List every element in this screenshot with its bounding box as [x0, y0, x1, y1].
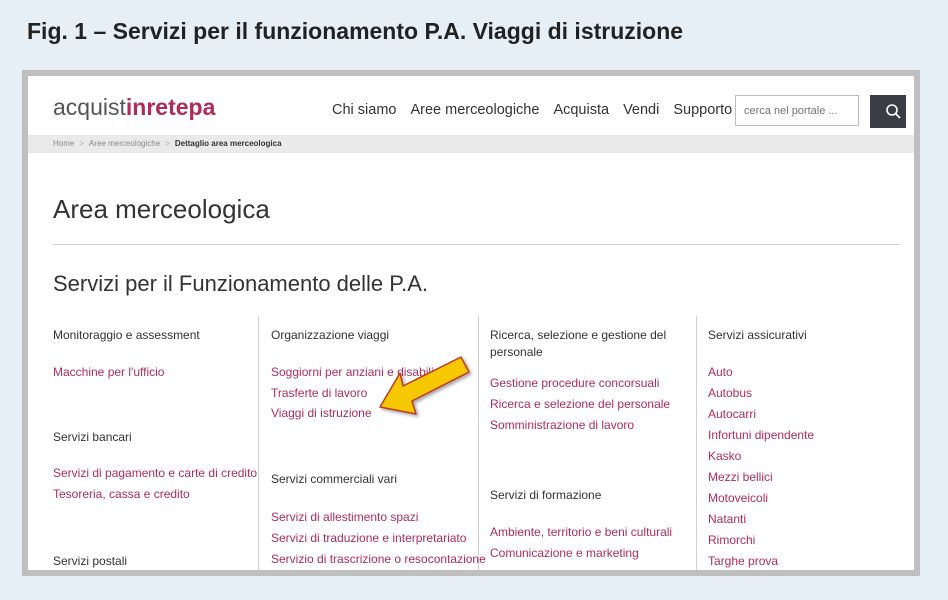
link-rimorchi[interactable]: Rimorchi: [708, 533, 755, 548]
category-heading-servizi-postali: Servizi postali: [53, 554, 128, 568]
main-nav: Chi siamo Aree merceologiche Acquista Ve…: [332, 102, 746, 118]
breadcrumb-separator: >: [165, 139, 170, 148]
link-trasferte-lavoro[interactable]: Trasferte di lavoro: [271, 386, 367, 401]
logo-part-rete: rete: [146, 94, 189, 120]
breadcrumb-current: Dettaglio area merceologica: [174, 139, 282, 148]
divider: [53, 244, 900, 245]
link-infortuni-dipendente[interactable]: Infortuni dipendente: [708, 428, 814, 443]
column-divider: [258, 316, 259, 570]
category-heading-organizzazione-viaggi: Organizzazione viaggi: [271, 328, 390, 342]
breadcrumb-home[interactable]: Home: [53, 139, 74, 148]
link-kasko[interactable]: Kasko: [708, 449, 741, 464]
link-mezzi-bellici[interactable]: Mezzi bellici: [708, 470, 773, 485]
link-targhe-prova[interactable]: Targhe prova: [708, 554, 778, 569]
page-title: Area merceologica: [53, 194, 270, 224]
link-comunicazione-marketing[interactable]: Comunicazione e marketing: [490, 546, 639, 561]
nav-vendi[interactable]: Vendi: [623, 102, 659, 118]
section-title: Servizi per il Funzionamento delle P.A.: [53, 271, 429, 296]
link-macchine-ufficio[interactable]: Macchine per l'ufficio: [53, 365, 164, 380]
nav-supporto[interactable]: Supporto: [673, 102, 732, 118]
nav-chi-siamo[interactable]: Chi siamo: [332, 102, 396, 118]
column-divider: [696, 316, 697, 570]
nav-acquista[interactable]: Acquista: [553, 102, 609, 118]
figure-title: Fig. 1 – Servizi per il funzionamento P.…: [27, 18, 684, 44]
link-trascrizione[interactable]: Servizio di trascrizione o resocontazion…: [271, 552, 486, 567]
category-heading-servizi-commerciali: Servizi commerciali vari: [271, 472, 398, 486]
link-traduzione[interactable]: Servizi di traduzione e interpretariato: [271, 531, 466, 546]
browser-page: acquistinretepa Chi siamo Aree merceolog…: [28, 76, 914, 570]
logo-part-pa: pa: [188, 94, 216, 120]
link-motoveicoli[interactable]: Motoveicoli: [708, 491, 768, 506]
link-tesoreria[interactable]: Tesoreria, cassa e credito: [53, 487, 190, 502]
breadcrumb-aree[interactable]: Aree merceologiche: [89, 139, 160, 148]
link-ambiente-territorio[interactable]: Ambiente, territorio e beni culturali: [490, 525, 672, 540]
logo-part-in: in: [125, 94, 147, 120]
category-heading-servizi-bancari: Servizi bancari: [53, 430, 132, 444]
screenshot-frame: acquistinretepa Chi siamo Aree merceolog…: [22, 70, 920, 576]
search-button[interactable]: [870, 95, 906, 128]
link-ricerca-personale[interactable]: Ricerca e selezione del personale: [490, 397, 670, 412]
category-heading-servizi-formazione: Servizi di formazione: [490, 488, 602, 502]
link-natanti[interactable]: Natanti: [708, 512, 746, 527]
site-logo[interactable]: acquistinretepa: [53, 94, 215, 121]
link-allestimento-spazi[interactable]: Servizi di allestimento spazi: [271, 510, 418, 525]
link-autobus[interactable]: Autobus: [708, 386, 752, 401]
link-autocarri[interactable]: Autocarri: [708, 407, 756, 422]
search-input[interactable]: [735, 95, 859, 126]
category-heading-ricerca-selezione-line2: personale: [490, 345, 543, 359]
nav-aree-merceologiche[interactable]: Aree merceologiche: [410, 102, 539, 118]
link-viaggi-istruzione[interactable]: Viaggi di istruzione: [271, 406, 372, 421]
category-heading-servizi-assicurativi: Servizi assicurativi: [708, 328, 807, 342]
link-somministrazione[interactable]: Somministrazione di lavoro: [490, 418, 634, 433]
link-servizi-pagamento[interactable]: Servizi di pagamento e carte di credito: [53, 466, 257, 481]
breadcrumb-separator: >: [79, 139, 85, 148]
column-divider: [478, 316, 479, 570]
magnifier-icon: [886, 104, 901, 119]
link-gestione-procedure[interactable]: Gestione procedure concorsuali: [490, 376, 659, 391]
category-heading-ricerca-selezione: Ricerca, selezione e gestione del: [490, 328, 667, 342]
link-soggiorni-anziani[interactable]: Soggiorni per anziani e disabili: [271, 365, 434, 380]
breadcrumb: Home > Aree merceologiche > Dettaglio area m…: [28, 135, 914, 153]
link-auto[interactable]: Auto: [708, 365, 733, 380]
logo-part-acquist: acquist: [53, 94, 126, 120]
category-heading-monitoraggio: Monitoraggio e assessment: [53, 328, 200, 342]
